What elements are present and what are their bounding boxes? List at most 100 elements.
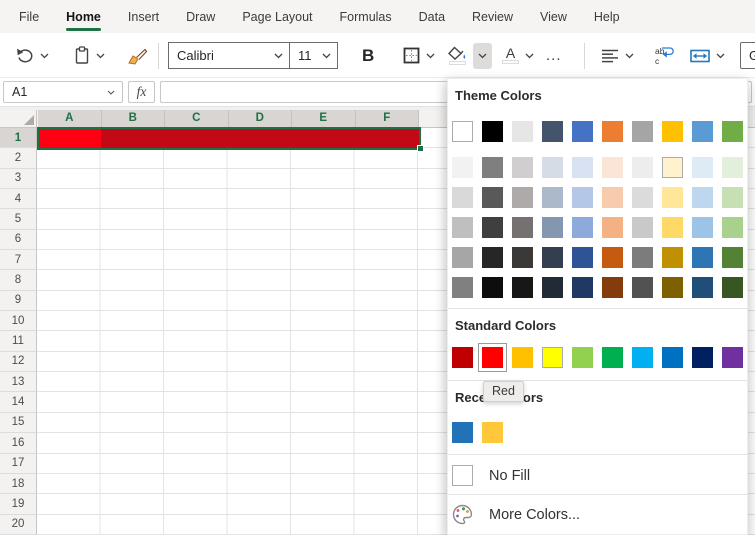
theme-variant-swatch-5[interactable] — [602, 277, 623, 298]
font-color-button[interactable]: A — [502, 33, 534, 78]
insert-function-button[interactable]: fx — [128, 81, 155, 103]
recent-color-swatch-1[interactable] — [482, 422, 503, 443]
theme-variant-swatch-7[interactable] — [662, 217, 683, 238]
theme-variant-swatch-8[interactable] — [692, 187, 713, 208]
theme-variant-swatch-8[interactable] — [692, 217, 713, 238]
theme-color-swatch-7[interactable] — [662, 121, 683, 142]
tab-page-layout[interactable]: Page Layout — [242, 0, 312, 33]
row-header-19[interactable]: 19 — [0, 494, 37, 514]
theme-variant-swatch-9[interactable] — [722, 157, 743, 178]
selection-fill-handle[interactable] — [417, 145, 424, 152]
row-header-11[interactable]: 11 — [0, 331, 37, 351]
paste-button[interactable] — [74, 33, 105, 78]
theme-variant-swatch-0[interactable] — [452, 217, 473, 238]
theme-color-swatch-0[interactable] — [452, 121, 473, 142]
row-header-6[interactable]: 6 — [0, 230, 37, 250]
theme-variant-swatch-3[interactable] — [542, 247, 563, 268]
tab-help[interactable]: Help — [594, 0, 620, 33]
tab-formulas[interactable]: Formulas — [340, 0, 392, 33]
theme-variant-swatch-6[interactable] — [632, 157, 653, 178]
standard-color-swatch-2[interactable] — [512, 347, 533, 368]
theme-variant-swatch-9[interactable] — [722, 187, 743, 208]
theme-variant-swatch-1[interactable] — [482, 187, 503, 208]
theme-variant-swatch-0[interactable] — [452, 277, 473, 298]
theme-variant-swatch-0[interactable] — [452, 157, 473, 178]
theme-variant-swatch-7[interactable] — [662, 187, 683, 208]
theme-variant-swatch-0[interactable] — [452, 247, 473, 268]
row-header-7[interactable]: 7 — [0, 250, 37, 270]
name-box[interactable]: A1 — [3, 81, 123, 103]
bold-button[interactable]: B — [362, 33, 374, 78]
column-header-b[interactable]: B — [102, 110, 166, 127]
theme-variant-swatch-8[interactable] — [692, 157, 713, 178]
theme-variant-swatch-5[interactable] — [602, 217, 623, 238]
theme-variant-swatch-1[interactable] — [482, 277, 503, 298]
theme-variant-swatch-2[interactable] — [512, 277, 533, 298]
more-font-options-button[interactable]: ... — [546, 33, 562, 78]
row-header-18[interactable]: 18 — [0, 474, 37, 494]
tab-file[interactable]: File — [19, 0, 39, 33]
no-fill-option[interactable]: No Fill — [452, 465, 530, 486]
row-header-8[interactable]: 8 — [0, 270, 37, 290]
theme-color-swatch-5[interactable] — [602, 121, 623, 142]
row-header-2[interactable]: 2 — [0, 148, 37, 168]
tab-view[interactable]: View — [540, 0, 567, 33]
column-header-a[interactable]: A — [38, 110, 102, 127]
number-format-combobox[interactable]: G — [740, 42, 755, 69]
theme-variant-swatch-7[interactable] — [662, 247, 683, 268]
standard-color-swatch-9[interactable] — [722, 347, 743, 368]
theme-variant-swatch-1[interactable] — [482, 247, 503, 268]
theme-variant-swatch-4[interactable] — [572, 217, 593, 238]
undo-button[interactable] — [16, 33, 49, 78]
row-header-4[interactable]: 4 — [0, 189, 37, 209]
theme-variant-swatch-7[interactable] — [662, 277, 683, 298]
standard-color-swatch-selected-red[interactable] — [482, 347, 503, 368]
theme-variant-swatch-1[interactable] — [482, 157, 503, 178]
alignment-button[interactable] — [601, 33, 634, 78]
row-header-15[interactable]: 15 — [0, 413, 37, 433]
column-header-d[interactable]: D — [229, 110, 293, 127]
theme-variant-swatch-6[interactable] — [632, 247, 653, 268]
tab-draw[interactable]: Draw — [186, 0, 215, 33]
theme-variant-swatch-3[interactable] — [542, 217, 563, 238]
row-header-14[interactable]: 14 — [0, 392, 37, 412]
borders-button[interactable] — [403, 33, 435, 78]
theme-variant-swatch-4[interactable] — [572, 247, 593, 268]
theme-variant-swatch-1[interactable] — [482, 217, 503, 238]
theme-variant-swatch-0[interactable] — [452, 187, 473, 208]
row-header-13[interactable]: 13 — [0, 372, 37, 392]
theme-color-swatch-9[interactable] — [722, 121, 743, 142]
theme-variant-swatch-6[interactable] — [632, 277, 653, 298]
merge-cells-button[interactable] — [690, 33, 725, 78]
tab-insert[interactable]: Insert — [128, 0, 159, 33]
theme-variant-swatch-3[interactable] — [542, 187, 563, 208]
row-header-9[interactable]: 9 — [0, 291, 37, 311]
select-all-corner[interactable] — [0, 110, 37, 127]
theme-variant-swatch-2[interactable] — [512, 157, 533, 178]
more-colors-option[interactable]: More Colors... — [452, 504, 580, 525]
wrap-text-button[interactable]: ab c — [654, 33, 676, 78]
theme-color-swatch-1[interactable] — [482, 121, 503, 142]
column-header-f[interactable]: F — [356, 110, 420, 127]
row-header-1[interactable]: 1 — [0, 128, 37, 148]
row-header-16[interactable]: 16 — [0, 433, 37, 453]
theme-variant-swatch-9[interactable] — [722, 247, 743, 268]
theme-variant-swatch-6[interactable] — [632, 187, 653, 208]
font-size-combobox[interactable]: 11 — [289, 42, 338, 69]
recent-color-swatch-0[interactable] — [452, 422, 473, 443]
row-header-12[interactable]: 12 — [0, 352, 37, 372]
theme-variant-swatch-3[interactable] — [542, 157, 563, 178]
theme-variant-swatch-8[interactable] — [692, 247, 713, 268]
standard-color-swatch-5[interactable] — [602, 347, 623, 368]
fill-color-dropdown-arrow[interactable] — [473, 43, 492, 69]
theme-variant-swatch-5[interactable] — [602, 187, 623, 208]
theme-variant-swatch-5[interactable] — [602, 247, 623, 268]
row-header-17[interactable]: 17 — [0, 454, 37, 474]
theme-variant-swatch-3[interactable] — [542, 277, 563, 298]
theme-color-swatch-6[interactable] — [632, 121, 653, 142]
theme-variant-swatch-8[interactable] — [692, 277, 713, 298]
fill-color-button[interactable] — [447, 46, 467, 65]
standard-color-swatch-7[interactable] — [662, 347, 683, 368]
standard-color-swatch-3[interactable] — [542, 347, 563, 368]
theme-variant-swatch-5[interactable] — [602, 157, 623, 178]
